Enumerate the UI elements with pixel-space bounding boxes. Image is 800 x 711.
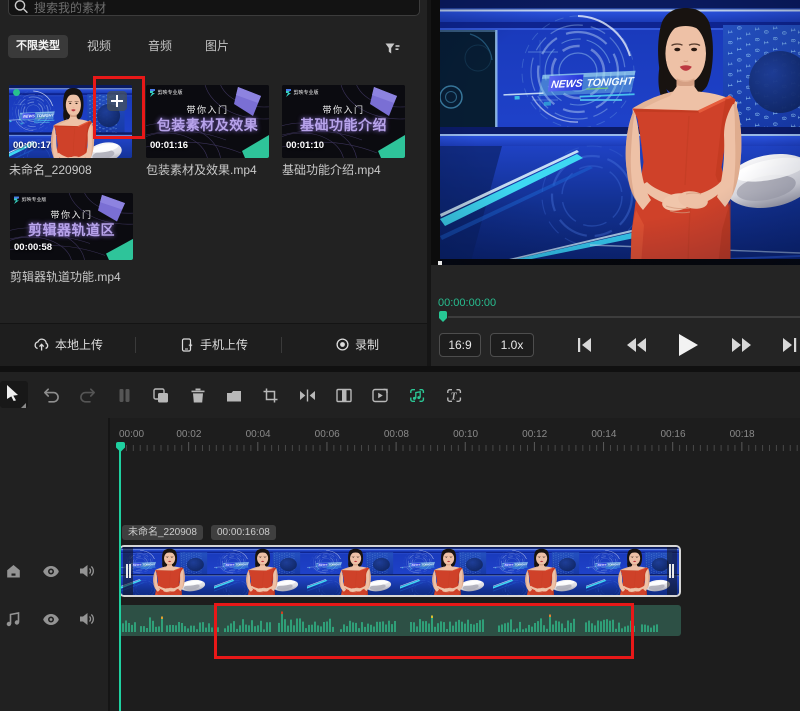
- svg-text:T: T: [450, 391, 457, 402]
